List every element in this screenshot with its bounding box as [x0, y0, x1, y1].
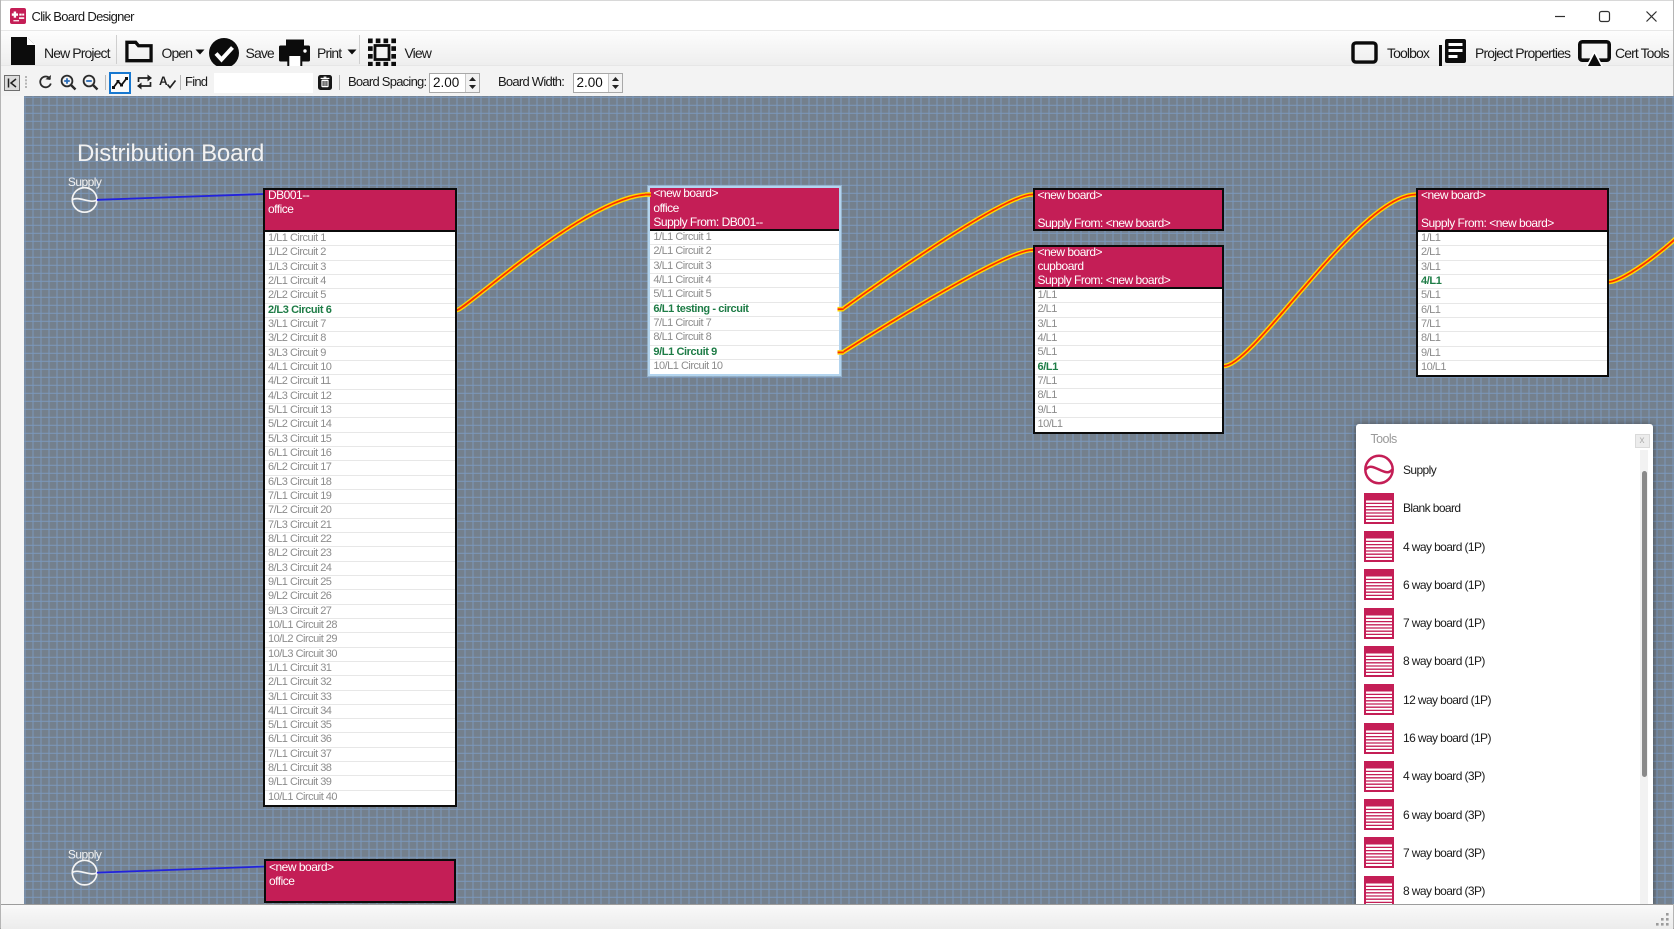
- svg-text:A: A: [159, 74, 168, 88]
